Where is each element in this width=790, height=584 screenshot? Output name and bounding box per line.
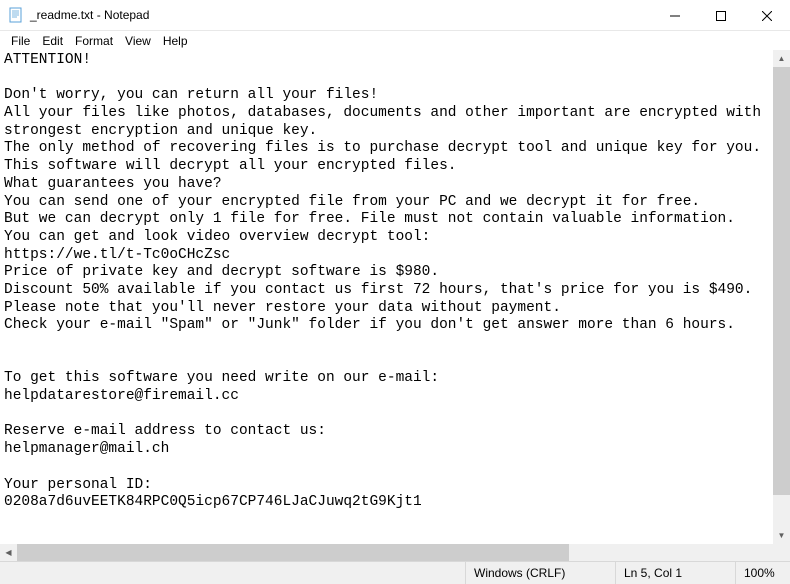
status-spacer bbox=[0, 562, 465, 584]
menu-help[interactable]: Help bbox=[158, 33, 193, 49]
scroll-down-icon[interactable]: ▼ bbox=[773, 527, 790, 544]
scroll-thumb-v[interactable] bbox=[773, 67, 790, 495]
scroll-track-h[interactable] bbox=[17, 544, 773, 561]
scroll-thumb-h[interactable] bbox=[17, 544, 569, 561]
menu-file[interactable]: File bbox=[6, 33, 35, 49]
status-cursor: Ln 5, Col 1 bbox=[615, 562, 735, 584]
minimize-button[interactable] bbox=[652, 0, 698, 31]
maximize-button[interactable] bbox=[698, 0, 744, 31]
menu-format[interactable]: Format bbox=[70, 33, 118, 49]
window-title: _readme.txt - Notepad bbox=[30, 8, 652, 22]
vertical-scrollbar[interactable]: ▲ ▼ bbox=[773, 50, 790, 544]
menu-edit[interactable]: Edit bbox=[37, 33, 68, 49]
notepad-icon bbox=[8, 7, 24, 23]
scroll-corner bbox=[773, 544, 790, 561]
horizontal-scrollbar[interactable]: ◀ ▶ bbox=[0, 544, 790, 561]
status-line-ending: Windows (CRLF) bbox=[465, 562, 615, 584]
menubar: File Edit Format View Help bbox=[0, 31, 790, 50]
window-controls bbox=[652, 0, 790, 30]
menu-view[interactable]: View bbox=[120, 33, 156, 49]
status-zoom: 100% bbox=[735, 562, 790, 584]
scroll-left-icon[interactable]: ◀ bbox=[0, 544, 17, 561]
titlebar: _readme.txt - Notepad bbox=[0, 0, 790, 31]
close-button[interactable] bbox=[744, 0, 790, 31]
scroll-up-icon[interactable]: ▲ bbox=[773, 50, 790, 67]
text-area[interactable]: ATTENTION! Don't worry, you can return a… bbox=[0, 50, 773, 561]
scroll-track-v[interactable] bbox=[773, 67, 790, 527]
statusbar: Windows (CRLF) Ln 5, Col 1 100% bbox=[0, 561, 790, 584]
